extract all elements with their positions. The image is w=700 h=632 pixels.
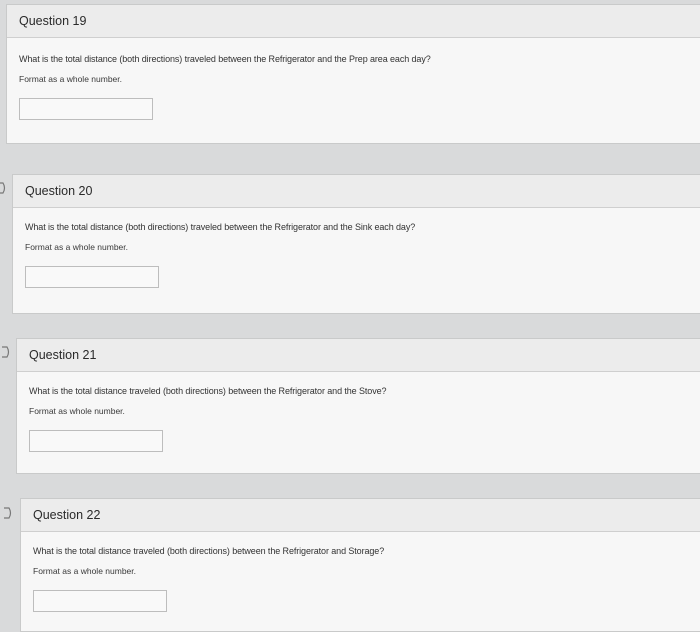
question-title: Question 20 <box>25 184 93 198</box>
question-body: What is the total distance (both directi… <box>13 208 700 300</box>
answer-input[interactable] <box>33 590 167 612</box>
answer-input[interactable] <box>29 430 163 452</box>
question-header: Question 19 <box>7 5 700 38</box>
question-format-instruction: Format as whole number. <box>29 406 125 416</box>
answer-input[interactable] <box>19 98 153 120</box>
question-card-21: Question 21 What is the total distance t… <box>16 338 700 474</box>
flag-icon[interactable] <box>1 346 11 358</box>
question-card-19: Question 19 What is the total distance (… <box>6 4 700 144</box>
question-body: What is the total distance (both directi… <box>7 38 700 132</box>
flag-icon[interactable] <box>0 182 7 194</box>
question-format-instruction: Format as a whole number. <box>25 242 128 252</box>
question-card-20: Question 20 What is the total distance (… <box>12 174 700 314</box>
question-format-instruction: Format as a whole number. <box>33 566 136 576</box>
question-header: Question 20 <box>13 175 700 208</box>
question-body: What is the total distance traveled (bot… <box>21 532 700 624</box>
question-title: Question 22 <box>33 508 101 522</box>
question-header: Question 21 <box>17 339 700 372</box>
question-card-22: Question 22 What is the total distance t… <box>20 498 700 632</box>
question-title: Question 19 <box>19 14 87 28</box>
question-format-instruction: Format as a whole number. <box>19 74 122 84</box>
answer-input[interactable] <box>25 266 159 288</box>
question-prompt: What is the total distance (both directi… <box>19 54 431 64</box>
question-title: Question 21 <box>29 348 97 362</box>
question-prompt: What is the total distance (both directi… <box>25 222 416 232</box>
question-prompt: What is the total distance traveled (bot… <box>33 546 385 556</box>
question-body: What is the total distance traveled (bot… <box>17 372 700 464</box>
flag-icon[interactable] <box>3 507 13 519</box>
question-prompt: What is the total distance traveled (bot… <box>29 386 387 396</box>
question-header: Question 22 <box>21 499 700 532</box>
